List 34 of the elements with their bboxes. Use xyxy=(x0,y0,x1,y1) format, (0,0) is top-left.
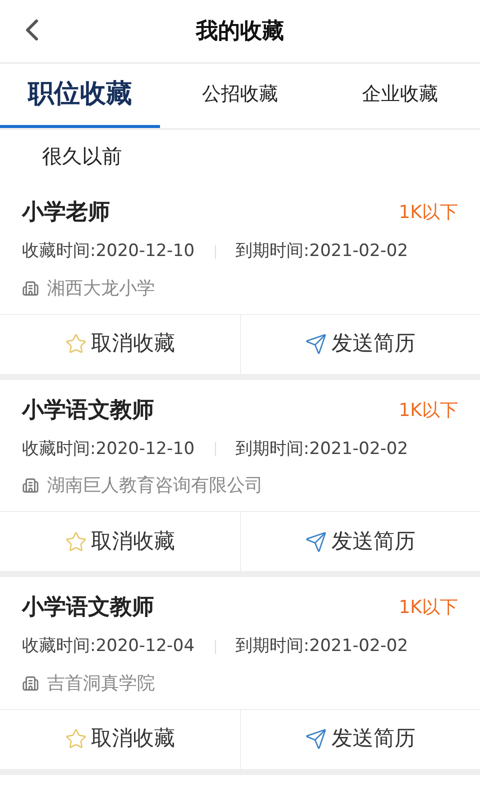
salary: 1K以下 xyxy=(398,398,458,422)
job-title: 小学语文教师 xyxy=(22,594,154,622)
unfavorite-button[interactable]: 取消收藏 xyxy=(0,710,240,768)
expire-time: 到期时间:2021-02-02 xyxy=(236,240,408,263)
paper-plane-icon xyxy=(305,728,328,750)
salary: 1K以下 xyxy=(398,201,458,225)
unfavorite-button[interactable]: 取消收藏 xyxy=(0,314,240,374)
company-name: 湖南巨人教育咨询有限公司 xyxy=(47,474,263,498)
send-resume-button[interactable]: 发送简历 xyxy=(240,314,480,374)
send-resume-button[interactable]: 发送简历 xyxy=(240,710,480,768)
salary: 1K以下 xyxy=(398,596,458,620)
job-title: 小学语文教师 xyxy=(22,396,154,424)
tab[interactable]: 企业收藏 xyxy=(320,64,480,128)
saved-time: 收藏时间:2020-12-04 xyxy=(22,635,195,658)
send-resume-button[interactable]: 发送简历 xyxy=(240,512,480,571)
section-label: 很久以前 xyxy=(42,143,122,170)
star-icon xyxy=(64,333,87,355)
company-name: 吉首洞真学院 xyxy=(47,672,155,696)
building-icon xyxy=(22,674,39,692)
unfavorite-button[interactable]: 取消收藏 xyxy=(0,512,240,571)
building-icon xyxy=(22,280,39,296)
saved-time: 收藏时间:2020-12-10 xyxy=(22,438,195,460)
expire-time: 到期时间:2021-02-02 xyxy=(236,438,408,460)
star-icon xyxy=(64,530,87,552)
page-title: 我的收藏 xyxy=(196,18,284,46)
company-name: 湘西大龙小学 xyxy=(47,276,155,300)
paper-plane-icon xyxy=(305,333,328,355)
building-icon xyxy=(22,477,39,494)
expire-time: 到期时间:2021-02-02 xyxy=(236,635,408,658)
paper-plane-icon xyxy=(305,530,328,552)
tab[interactable]: 公招收藏 xyxy=(160,64,320,128)
saved-time: 收藏时间:2020-12-10 xyxy=(22,240,195,263)
star-icon xyxy=(64,728,87,750)
job-title: 小学老师 xyxy=(22,199,110,227)
